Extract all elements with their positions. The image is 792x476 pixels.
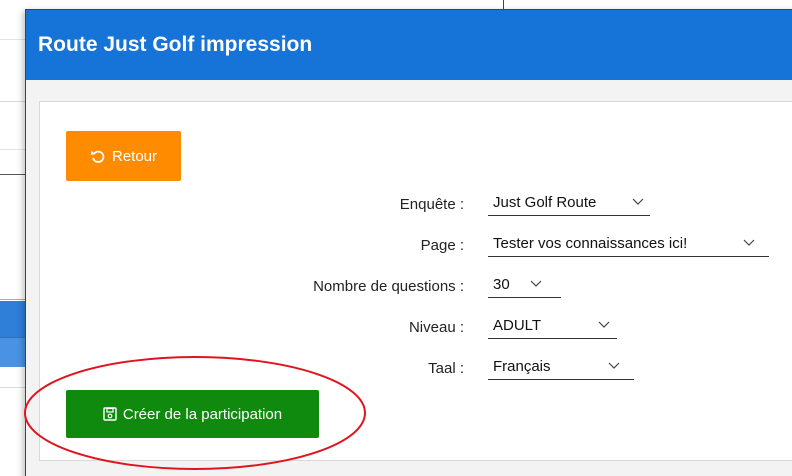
chevron-down-icon — [743, 239, 755, 246]
modal-header: Route Just Golf impression — [26, 10, 792, 80]
taal-value: Français — [493, 358, 551, 375]
niveau-value: ADULT — [493, 317, 542, 334]
page-select[interactable]: Tester vos connaissances ici! — [488, 231, 769, 257]
modal-dialog: Route Just Golf impression Retour Enquêt… — [25, 9, 792, 476]
chevron-down-icon — [632, 198, 644, 205]
page-label: Page : — [420, 237, 464, 254]
create-participation-button[interactable]: Créer de la participation — [66, 390, 319, 438]
chevron-down-icon — [608, 362, 620, 369]
chevron-down-icon — [598, 321, 610, 328]
nombre-questions-value: 30 — [493, 276, 510, 293]
enquete-select[interactable]: Just Golf Route — [488, 190, 650, 216]
create-participation-label: Créer de la participation — [122, 405, 283, 423]
taal-label: Taal : — [428, 360, 464, 377]
form-card: Retour Enquête : Just Golf Route Page : … — [39, 101, 792, 461]
save-icon — [103, 407, 117, 421]
undo-icon — [90, 150, 105, 163]
back-button[interactable]: Retour — [66, 131, 181, 181]
nombre-questions-select[interactable]: 30 — [488, 272, 561, 298]
niveau-select[interactable]: ADULT — [488, 313, 617, 339]
taal-select[interactable]: Français — [488, 354, 634, 380]
chevron-down-icon — [530, 280, 542, 287]
nombre-questions-label: Nombre de questions : — [313, 278, 464, 295]
page-value: Tester vos connaissances ici! — [493, 235, 688, 252]
back-button-label: Retour — [111, 147, 158, 165]
enquete-label: Enquête : — [399, 196, 464, 213]
modal-title: Route Just Golf impression — [38, 33, 313, 56]
niveau-label: Niveau : — [408, 319, 464, 336]
enquete-value: Just Golf Route — [493, 194, 597, 211]
